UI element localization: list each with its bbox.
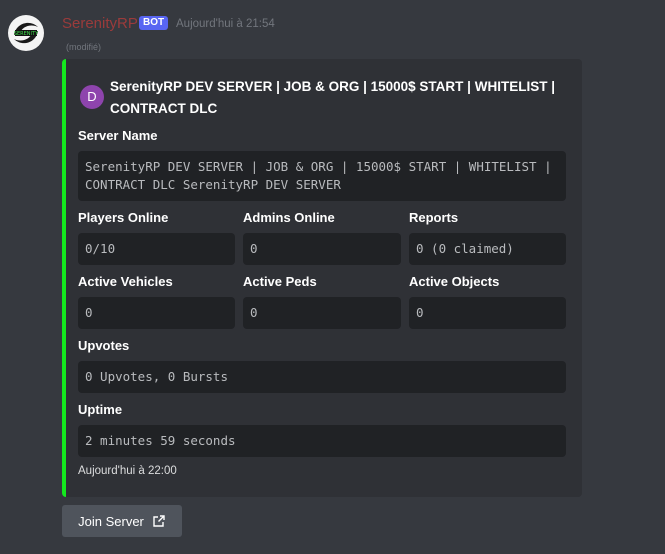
field-name-reports: Reports: [409, 210, 459, 225]
field-name-active-vehicles: Active Vehicles: [78, 274, 173, 289]
join-server-label: Join Server: [78, 513, 144, 529]
field-name-admins-online: Admins Online: [243, 210, 335, 225]
field-value-active-peds: 0: [243, 297, 401, 329]
embed-title: SerenityRP DEV SERVER | JOB & ORG | 1500…: [110, 79, 555, 116]
field-value-players-online: 0/10: [78, 233, 235, 265]
serenity-logo-icon: SERENITY: [9, 16, 43, 50]
embed-footer-timestamp: Aujourd'hui à 22:00: [78, 465, 177, 477]
author-initial: D: [87, 89, 97, 104]
field-value-reports: 0 (0 claimed): [409, 233, 566, 265]
edited-label: (modifié): [66, 42, 102, 52]
join-server-button[interactable]: Join Server: [62, 505, 182, 537]
field-name-players-online: Players Online: [78, 210, 169, 225]
field-value-server-name: SerenityRP DEV SERVER | JOB & ORG | 1500…: [78, 151, 566, 201]
svg-text:SERENITY: SERENITY: [14, 31, 39, 37]
message-timestamp: Aujourd'hui à 21:54: [176, 18, 275, 30]
field-name-server-name: Server Name: [78, 128, 158, 143]
field-value-active-vehicles: 0: [78, 297, 235, 329]
embed-author-icon: D: [80, 85, 104, 109]
bot-badge: BOT: [139, 16, 169, 30]
field-value-upvotes: 0 Upvotes, 0 Bursts: [78, 361, 566, 393]
field-value-active-objects: 0: [409, 297, 566, 329]
external-link-icon: [153, 515, 165, 527]
bot-avatar[interactable]: SERENITY: [8, 15, 44, 51]
field-name-uptime: Uptime: [78, 402, 123, 417]
field-name-active-peds: Active Peds: [243, 274, 317, 289]
field-value-admins-online: 0: [243, 233, 401, 265]
server-status-embed: D SerenityRP DEV SERVER | JOB & ORG | 15…: [62, 59, 582, 497]
bot-username[interactable]: SerenityRP: [62, 15, 138, 32]
field-value-uptime: 2 minutes 59 seconds: [78, 425, 566, 457]
field-name-upvotes: Upvotes: [78, 338, 130, 353]
field-name-active-objects: Active Objects: [409, 274, 500, 289]
